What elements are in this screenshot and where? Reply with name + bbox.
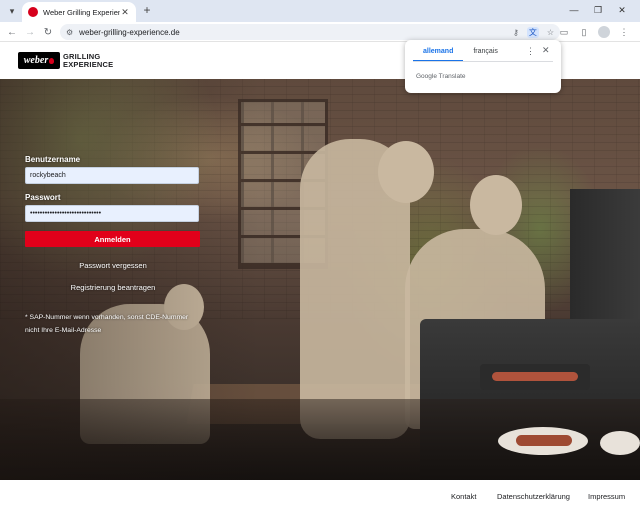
translate-popup: allemand français ⋮ ✕ Google Translate: [405, 40, 561, 93]
forward-icon[interactable]: →: [22, 24, 38, 40]
footer-contact-link[interactable]: Kontakt: [451, 492, 476, 501]
close-window-icon[interactable]: ✕: [610, 2, 634, 18]
side-panel-icon[interactable]: ▯: [576, 24, 592, 40]
minimize-icon[interactable]: —: [562, 2, 586, 18]
username-label: Benutzername: [25, 155, 81, 164]
browser-tab[interactable]: Weber Grilling Experience ✕: [22, 2, 136, 22]
weber-logo[interactable]: weber GRILLING EXPERIENCE: [18, 52, 113, 69]
footer-privacy-link[interactable]: Datenschutzerklärung: [497, 492, 570, 501]
tab-title: Weber Grilling Experience: [43, 7, 120, 17]
login-form: Benutzername rockybeach Passwort •••••••…: [25, 155, 201, 337]
translate-options-icon[interactable]: ⋮: [526, 46, 535, 57]
translate-icon[interactable]: 文: [526, 26, 539, 38]
site-footer: Kontakt Datenschutzerklärung Impressum: [0, 480, 640, 512]
close-tab-icon[interactable]: ✕: [120, 7, 130, 18]
password-key-icon[interactable]: ⚷: [513, 28, 519, 37]
cast-icon[interactable]: ▭: [556, 24, 572, 40]
divider: [413, 61, 553, 62]
register-link[interactable]: Registrierung beantragen: [25, 283, 201, 292]
translate-target-tab[interactable]: français: [463, 48, 508, 62]
new-tab-icon[interactable]: +: [140, 3, 154, 17]
weber-favicon-icon: [28, 7, 38, 17]
restore-icon[interactable]: ❐: [586, 2, 610, 18]
url-text: weber-grilling-experience.de: [79, 27, 180, 37]
browser-toolbar: ← → ↻ ⚙ weber-grilling-experience.de ⚷ 文…: [0, 22, 640, 42]
forgot-password-link[interactable]: Passwort vergessen: [25, 261, 201, 270]
address-bar[interactable]: ⚙ weber-grilling-experience.de ⚷ 文 ☆: [60, 24, 560, 40]
login-button[interactable]: Anmelden: [25, 231, 200, 247]
hero-background-image: Benutzername rockybeach Passwort •••••••…: [0, 79, 640, 480]
logo-wordmark: GRILLING EXPERIENCE: [63, 51, 114, 69]
login-note: * SAP-Nummer wenn vorhanden, sonst CDE-N…: [25, 314, 189, 334]
page-content: weber GRILLING EXPERIENCE Benutzername r…: [0, 43, 640, 512]
username-input[interactable]: rockybeach: [25, 167, 199, 184]
weber-logo-mark: weber: [18, 52, 60, 69]
reload-icon[interactable]: ↻: [40, 24, 56, 40]
tab-strip: ▾ Weber Grilling Experience ✕ + — ❐ ✕: [0, 0, 640, 22]
translate-source-tab[interactable]: allemand: [413, 48, 464, 62]
google-translate-brand: Google Translate: [416, 73, 466, 80]
tab-search-icon[interactable]: ▾: [4, 3, 20, 19]
password-label: Passwort: [25, 193, 61, 202]
translate-close-icon[interactable]: ✕: [542, 45, 550, 56]
bookmark-star-icon[interactable]: ☆: [547, 28, 554, 37]
site-info-icon[interactable]: ⚙: [66, 28, 73, 37]
profile-avatar[interactable]: [598, 26, 610, 38]
menu-dots-icon[interactable]: ⋮: [616, 24, 632, 40]
back-icon[interactable]: ←: [4, 24, 20, 40]
footer-imprint-link[interactable]: Impressum: [588, 492, 625, 501]
password-input[interactable]: •••••••••••••••••••••••••••••: [25, 205, 199, 222]
